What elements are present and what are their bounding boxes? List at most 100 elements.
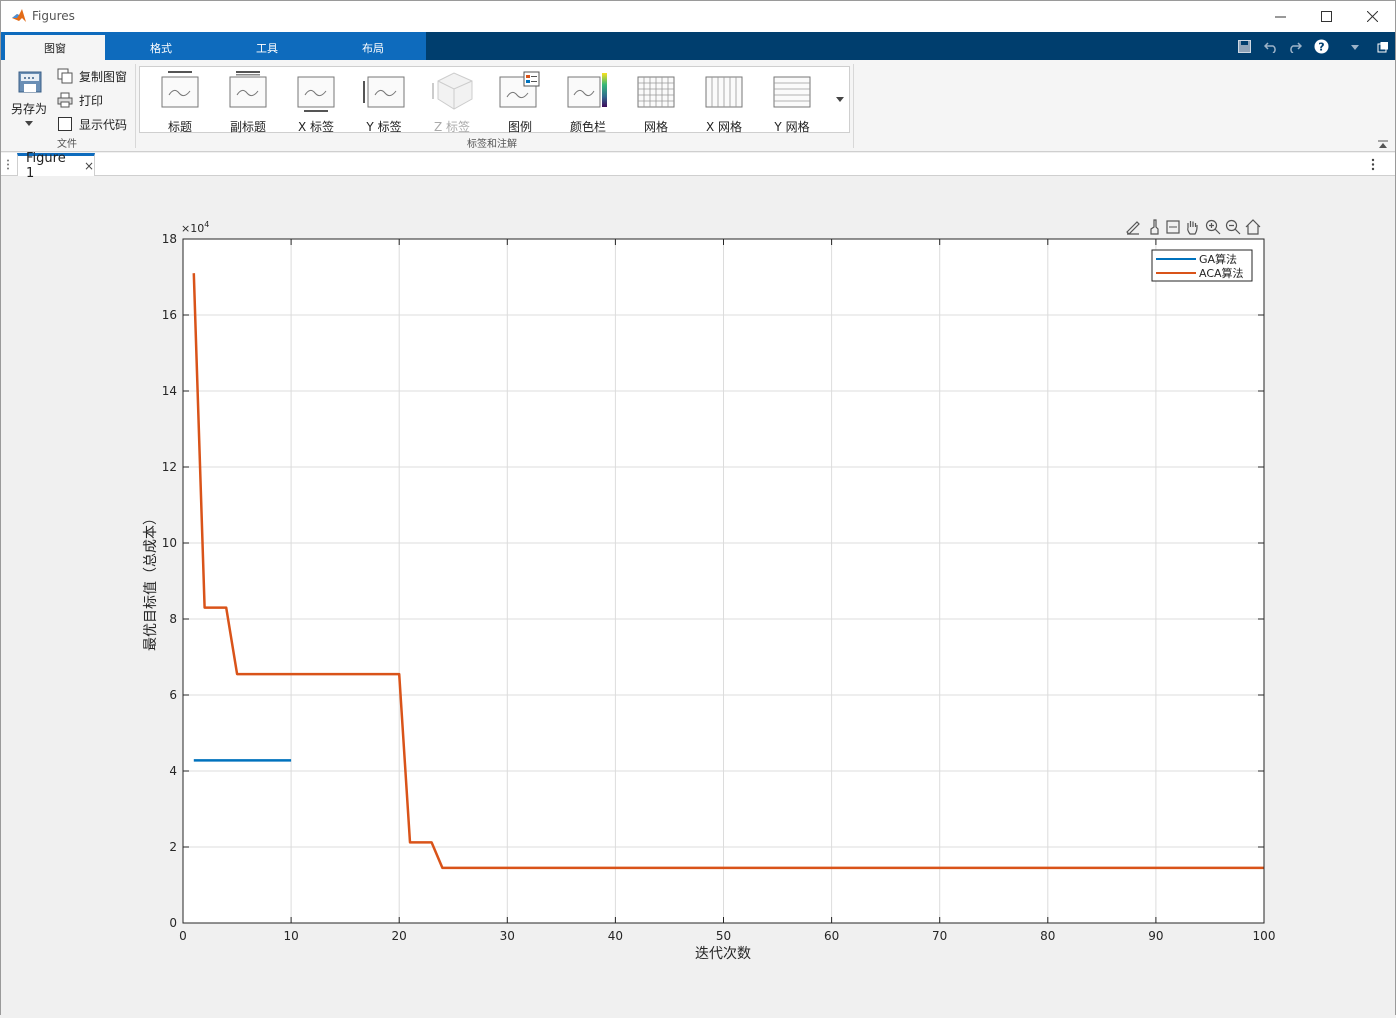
section-divider bbox=[853, 64, 854, 148]
close-tab-icon[interactable]: × bbox=[84, 159, 94, 173]
print-button[interactable]: 打印 bbox=[57, 91, 103, 109]
x-tick-label: 80 bbox=[1040, 929, 1055, 943]
brush-icon bbox=[1150, 219, 1159, 235]
show-code-checkbox[interactable]: 显示代码 bbox=[57, 115, 127, 133]
tab-tools[interactable]: 工具 bbox=[217, 35, 317, 60]
gallery-item-label: Z 标签 bbox=[433, 120, 471, 134]
window-title: Figures bbox=[32, 9, 75, 23]
figure-canvas: 0 10 20 30 40 50 60 70 80 90 100 0 2 4 6 8 10 12 14 16 18 ×1… bbox=[1, 177, 1395, 1015]
gallery-item-grid[interactable]: 网格 bbox=[622, 71, 690, 134]
undo-icon bbox=[1263, 41, 1276, 53]
copy-figure-button[interactable]: 复制图窗 bbox=[57, 67, 127, 85]
line-chart: 0 10 20 30 40 50 60 70 80 90 100 0 2 4 6 8 10 12 14 16 18 ×1… bbox=[143, 219, 1276, 962]
ygrid-icon bbox=[773, 76, 811, 108]
matlab-logo-icon bbox=[12, 9, 26, 22]
quick-access-menu-button[interactable] bbox=[1347, 39, 1362, 54]
redo-icon bbox=[1289, 41, 1302, 53]
drag-handle-icon[interactable] bbox=[6, 159, 10, 170]
x-tick-label: 100 bbox=[1253, 929, 1276, 943]
x-tick-label: 60 bbox=[824, 929, 839, 943]
datatip-button[interactable] bbox=[1166, 220, 1180, 234]
x-tick-label: 20 bbox=[392, 929, 407, 943]
export-button[interactable] bbox=[1126, 221, 1140, 235]
quick-save-button[interactable] bbox=[1237, 39, 1252, 54]
legend-entry-aca: ACA算法 bbox=[1199, 266, 1244, 280]
gallery-item-ylabel[interactable]: Y 标签 bbox=[350, 71, 418, 134]
show-code-label: 显示代码 bbox=[79, 117, 128, 132]
gallery-item-label: X 标签 bbox=[297, 120, 335, 134]
tab-figure[interactable]: 图窗 bbox=[5, 35, 105, 60]
legend-icon bbox=[499, 71, 540, 108]
y-tick-label: 4 bbox=[169, 764, 177, 778]
zoom-in-button[interactable] bbox=[1205, 219, 1221, 235]
x-tick-label: 40 bbox=[608, 929, 623, 943]
x-tick-label: 70 bbox=[932, 929, 947, 943]
save-as-button[interactable]: 另存为 bbox=[7, 68, 51, 132]
gallery-item-xlabel[interactable]: X 标签 bbox=[282, 71, 350, 134]
help-icon: ? bbox=[1314, 39, 1329, 54]
save-as-icon bbox=[18, 71, 42, 93]
save-as-label: 另存为 bbox=[10, 102, 47, 116]
gallery-item-zlabel[interactable]: Z 标签 bbox=[418, 71, 486, 134]
gallery-item-colorbar[interactable]: 颜色栏 bbox=[554, 71, 622, 134]
brush-button[interactable] bbox=[1150, 219, 1159, 235]
save-icon bbox=[1238, 40, 1251, 53]
x-tick-label: 10 bbox=[283, 929, 298, 943]
ribbon-tab-strip: 图窗 格式 工具 布局 ? bbox=[1, 32, 1395, 60]
print-label: 打印 bbox=[79, 93, 104, 108]
gallery-item-label: X 网格 bbox=[705, 120, 743, 134]
xgrid-icon bbox=[705, 76, 743, 108]
y-tick-label: 12 bbox=[162, 460, 177, 474]
gallery-item-xgrid[interactable]: X 网格 bbox=[690, 71, 758, 134]
tab-figure-1[interactable]: Figure 1 × bbox=[17, 151, 95, 181]
gallery-item-ygrid[interactable]: Y 网格 bbox=[758, 71, 826, 134]
document-tab-bar: Figure 1 × bbox=[1, 151, 1395, 181]
grid-icon bbox=[637, 76, 675, 108]
chevron-down-icon bbox=[1350, 44, 1359, 50]
gallery-item-title[interactable]: 标题 bbox=[146, 71, 214, 134]
svg-text:?: ? bbox=[1318, 41, 1324, 54]
gallery-expand-button[interactable] bbox=[830, 67, 850, 132]
pan-button[interactable] bbox=[1187, 221, 1198, 235]
undo-button[interactable] bbox=[1263, 39, 1278, 54]
copy-figure-label: 复制图窗 bbox=[79, 69, 128, 84]
figures-window: Figures 图窗 格式 工具 布局 ? 另存为 复制图窗 打印 显示代码 文… bbox=[0, 0, 1396, 1015]
y-tick-label: 18 bbox=[162, 232, 177, 246]
y-tick-label: 10 bbox=[162, 536, 177, 550]
zoom-in-icon bbox=[1205, 219, 1221, 235]
redo-button[interactable] bbox=[1287, 39, 1302, 54]
title-icon bbox=[161, 71, 199, 108]
legend[interactable]: GA算法 ACA算法 bbox=[1151, 249, 1253, 282]
gallery-item-legend[interactable]: 图例 bbox=[486, 71, 554, 134]
close-window-button[interactable] bbox=[1349, 1, 1395, 32]
export-icon bbox=[1126, 221, 1140, 235]
gallery-item-subtitle[interactable]: 副标题 bbox=[214, 71, 282, 134]
xlabel-icon bbox=[297, 76, 335, 112]
section-divider bbox=[135, 64, 136, 148]
annotation-gallery: 标题 副标题 X 标签 Y 标签 Z 标签 图例 颜色栏 网格 X 网格 Y 网… bbox=[139, 66, 850, 134]
chevron-down-icon bbox=[836, 96, 844, 102]
more-options-icon bbox=[1371, 158, 1375, 171]
axes-toolbar bbox=[1126, 219, 1261, 235]
close-icon bbox=[1366, 11, 1378, 22]
minimize-button[interactable] bbox=[1257, 1, 1303, 32]
help-button[interactable]: ? bbox=[1314, 39, 1329, 54]
zoom-out-button[interactable] bbox=[1225, 219, 1241, 235]
y-exponent-label: ×104 bbox=[181, 220, 209, 235]
legend-entry-ga: GA算法 bbox=[1199, 252, 1237, 266]
x-axis-label: 迭代次数 bbox=[695, 946, 751, 962]
restore-view-button[interactable] bbox=[1245, 219, 1261, 235]
maximize-button[interactable] bbox=[1303, 1, 1349, 32]
collapse-ribbon-button[interactable] bbox=[1377, 138, 1389, 150]
tab-layout[interactable]: 布局 bbox=[323, 35, 423, 60]
gallery-item-label: 副标题 bbox=[229, 120, 266, 134]
tab-format[interactable]: 格式 bbox=[111, 35, 211, 60]
undock-button[interactable] bbox=[1375, 39, 1390, 54]
document-menu-button[interactable] bbox=[1371, 158, 1377, 171]
y-tick-label: 2 bbox=[169, 840, 177, 854]
y-tick-label: 8 bbox=[169, 612, 177, 626]
zoom-out-icon bbox=[1225, 219, 1241, 235]
gallery-item-label: Y 网格 bbox=[774, 120, 810, 134]
title-bar: Figures bbox=[1, 1, 1395, 32]
y-tick-label: 14 bbox=[162, 384, 177, 398]
